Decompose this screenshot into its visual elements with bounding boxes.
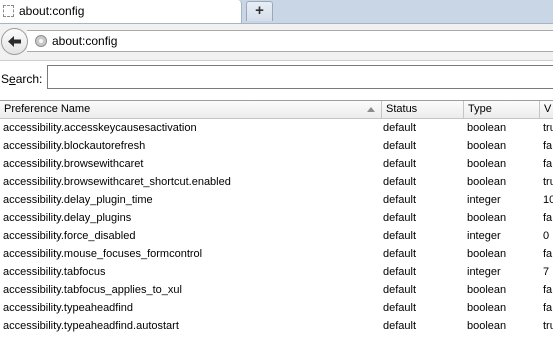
type-cell: boolean [467, 284, 507, 296]
search-input[interactable] [47, 65, 553, 89]
url-text[interactable]: about:config [52, 34, 117, 48]
search-label: Search: [1, 72, 43, 86]
table-row[interactable]: accessibility.browsewithcaret_shortcut.e… [0, 173, 553, 191]
status-cell: default [383, 158, 417, 170]
table-row[interactable]: accessibility.accesskeycausesactivation d… [0, 119, 553, 137]
table-row[interactable]: accessibility.tabfocus_applies_to_xul def… [0, 281, 553, 299]
preference-name-cell: accessibility.blockautorefresh [3, 140, 146, 152]
column-header-preference-name[interactable]: Preference Name [0, 101, 382, 118]
status-cell: default [383, 194, 417, 206]
column-header-status[interactable]: Status [382, 101, 464, 118]
type-cell: boolean [467, 140, 507, 152]
back-arrow-icon [8, 36, 21, 47]
type-cell: boolean [467, 320, 507, 332]
preferences-table: Preference Name Status Type V accessibil… [0, 100, 553, 339]
preference-name-cell: accessibility.delay_plugins [3, 212, 132, 224]
value-cell: fa [543, 302, 553, 314]
preference-name-cell: accessibility.typeaheadfind [3, 302, 134, 314]
status-cell: default [383, 248, 417, 260]
status-cell: default [383, 284, 417, 296]
preference-name-cell: accessibility.browsewithcaret [3, 158, 144, 170]
table-row[interactable]: accessibility.mouse_focuses_formcontrol d… [0, 245, 553, 263]
type-cell: boolean [467, 248, 507, 260]
type-cell: boolean [467, 212, 507, 224]
column-header-type[interactable]: Type [464, 101, 540, 118]
value-cell: tru [543, 122, 553, 134]
blank-page-icon [3, 5, 14, 17]
type-cell: boolean [467, 122, 507, 134]
navigation-bar: about:config [0, 24, 553, 61]
value-cell: 10 [543, 194, 553, 206]
value-cell: 7 [543, 266, 550, 278]
preference-name-cell: accessibility.tabfocus_applies_to_xul [3, 284, 182, 296]
preference-name-cell: accessibility.typeaheadfind.autostart [3, 320, 179, 332]
preference-name-cell: accessibility.accesskeycausesactivation [3, 122, 197, 134]
value-cell: tru [543, 176, 553, 188]
status-cell: default [383, 302, 417, 314]
table-row[interactable]: accessibility.typeaheadfind default boolea… [0, 299, 553, 317]
type-cell: integer [467, 194, 501, 206]
type-cell: boolean [467, 176, 507, 188]
status-cell: default [383, 176, 417, 188]
table-row[interactable]: accessibility.delay_plugins default boolea… [0, 209, 553, 227]
table-row[interactable]: accessibility.browsewithcaret default bool… [0, 155, 553, 173]
status-cell: default [383, 212, 417, 224]
type-cell: boolean [467, 158, 507, 170]
value-cell: fa [543, 248, 553, 260]
tab-strip: about:config + [0, 0, 553, 24]
status-cell: default [383, 230, 417, 242]
table-header: Preference Name Status Type V [0, 101, 553, 119]
value-cell: fa [543, 212, 553, 224]
status-cell: default [383, 140, 417, 152]
type-cell: integer [467, 266, 501, 278]
type-cell: integer [467, 230, 501, 242]
back-button[interactable] [1, 28, 28, 55]
tab-about-config[interactable]: about:config [0, 0, 242, 24]
value-cell: tru [543, 320, 553, 332]
value-cell: 0 [543, 230, 550, 242]
new-tab-button[interactable]: + [246, 1, 273, 21]
status-cell: default [383, 122, 417, 134]
sort-ascending-icon [367, 107, 375, 112]
value-cell: fa [543, 158, 553, 170]
value-cell: fa [543, 284, 553, 296]
table-row[interactable]: accessibility.typeaheadfind.autostart def… [0, 317, 553, 335]
tab-title: about:config [19, 4, 85, 18]
preference-name-cell: accessibility.force_disabled [3, 230, 136, 242]
preference-name-cell: accessibility.delay_plugin_time [3, 194, 153, 206]
preference-name-cell: accessibility.tabfocus [3, 266, 106, 278]
value-cell: fa [543, 140, 553, 152]
preference-name-cell: accessibility.mouse_focuses_formcontrol [3, 248, 203, 260]
status-cell: default [383, 266, 417, 278]
table-row[interactable]: accessibility.force_disabled default integ… [0, 227, 553, 245]
url-bar[interactable]: about:config [27, 30, 553, 52]
type-cell: boolean [467, 302, 507, 314]
preference-name-cell: accessibility.browsewithcaret_shortcut.e… [3, 176, 231, 188]
table-row[interactable]: accessibility.blockautorefresh default boo… [0, 137, 553, 155]
column-header-value[interactable]: V [540, 101, 553, 118]
table-row[interactable]: accessibility.tabfocus default integer 7 [0, 263, 553, 281]
table-row[interactable]: accessibility.delay_plugin_time default in… [0, 191, 553, 209]
site-identity-icon[interactable] [35, 35, 47, 47]
status-cell: default [383, 320, 417, 332]
